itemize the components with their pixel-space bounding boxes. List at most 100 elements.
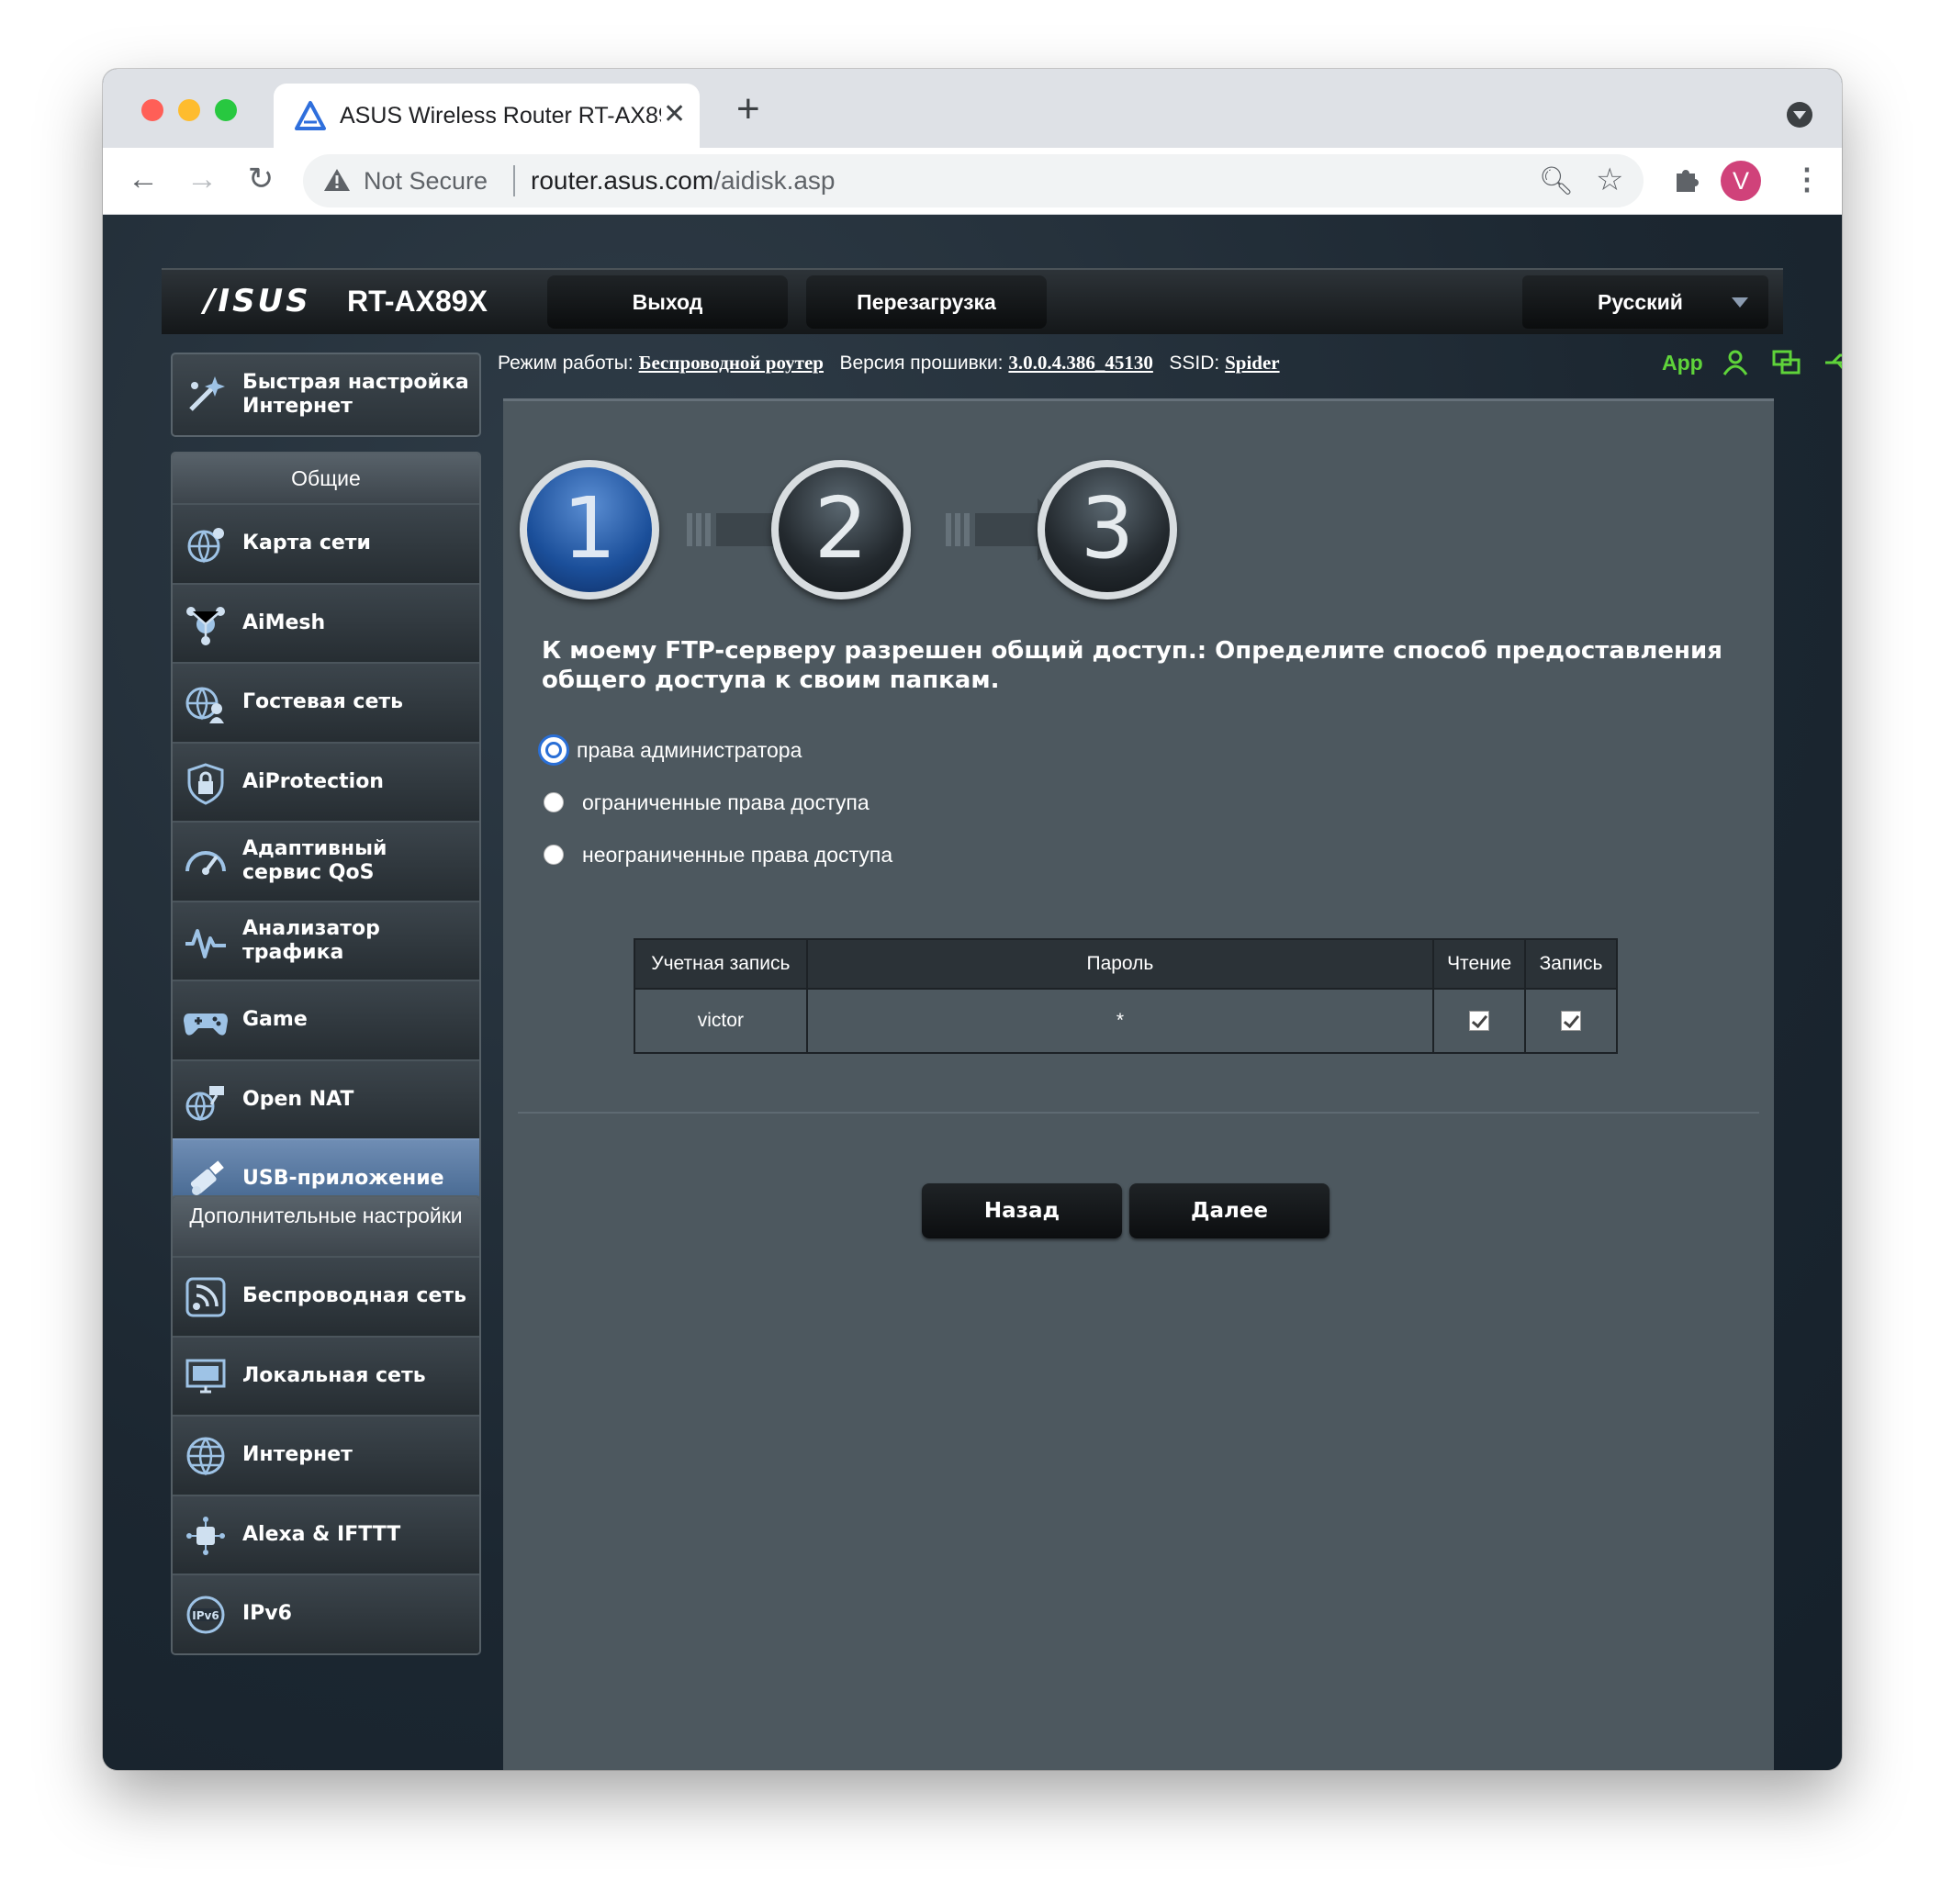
sidebar-item-label: Адаптивный сервис QoS [242,837,387,884]
url-path: /aidisk.asp [713,166,836,195]
address-bar[interactable]: Not Secure router.asus.com/aidisk.asp 🔍︎… [303,154,1644,207]
read-checkbox[interactable] [1469,1011,1490,1032]
sidebar-item-globe-network[interactable]: Карта сети [173,503,479,583]
sidebar-item-label: Беспроводная сеть [242,1284,467,1307]
close-window-button[interactable] [141,99,163,121]
sidebar-item-guest-network[interactable]: Гостевая сеть [173,662,479,742]
minimize-window-button[interactable] [178,99,200,121]
option-limited[interactable]: ограниченные права доступа [544,784,870,821]
url-text[interactable]: router.asus.com/aidisk.asp [531,165,836,196]
back-button[interactable]: Назад [922,1183,1122,1238]
browser-tab[interactable]: ASUS Wireless Router RT-AX89X ✕ [274,84,700,148]
browser-window: ASUS Wireless Router RT-AX89X ✕ + ← → ↻ … [103,69,1842,1770]
sidebar-item-alexa[interactable]: Alexa & IFTTT [173,1494,479,1574]
clients-icon[interactable] [1721,349,1750,376]
option-unlimited-label: неограниченные права доступа [582,842,893,867]
browser-menu-icon[interactable]: ⋮ [1792,159,1822,199]
address-separator [513,165,515,196]
wizard-title: К моему FTP-серверу разрешен общий досту… [542,637,1722,694]
advanced-menu: Дополнительные настройки Беспроводная се… [171,1195,481,1655]
router-header: /ISUS RT-AX89X Выход Перезагрузка Русски… [162,268,1783,334]
write-checkbox[interactable] [1561,1011,1582,1032]
sidebar-item-wifi[interactable]: Беспроводная сеть [173,1256,479,1336]
reboot-button[interactable]: Перезагрузка [806,275,1047,329]
radio-limited[interactable] [544,792,564,812]
account-cell: victor [634,988,808,1054]
mode-link[interactable]: Беспроводной роутер [639,352,824,374]
option-admin-label: права администратора [577,737,802,762]
bookmark-star-icon[interactable]: ☆ [1596,162,1623,198]
sidebar-item-globe[interactable]: Интернет [173,1415,479,1495]
advanced-menu-list: Беспроводная сеть Локальная сеть Интернет A… [173,1256,479,1653]
tab-close-icon[interactable]: ✕ [663,98,686,131]
sidebar-item-ipv6[interactable]: IPv6 IPv6 [173,1574,479,1653]
option-limited-label: ограниченные права доступа [582,790,870,814]
back-arrow-icon[interactable]: ← [123,159,163,199]
read-header: Чтение [1432,938,1527,990]
app-link[interactable]: App [1662,340,1703,386]
read-cell [1432,988,1527,1054]
zoom-icon[interactable]: 🔍︎ [1539,165,1574,197]
write-header: Запись [1524,938,1618,990]
sidebar-item-aimesh[interactable]: AiMesh [173,582,479,662]
radio-unlimited[interactable] [544,845,564,865]
sidebar-item-label: AiProtection [242,769,384,793]
globe-network-icon [187,528,224,564]
zoom-window-button[interactable] [215,99,237,121]
quick-setup-button[interactable]: Быстрая настройка Интернет [171,353,481,437]
network-status-icon[interactable] [1772,349,1801,376]
general-menu-title: Общие [173,454,479,503]
account-header: Учетная запись [634,938,808,990]
sidebar-item-label: Open NAT [242,1087,354,1111]
sidebar-item-open-nat[interactable]: Open NAT [173,1058,479,1138]
sidebar-item-label: IPv6 [242,1602,292,1625]
new-tab-button[interactable]: + [736,89,760,129]
password-cell: * [805,988,1435,1054]
tab-search-icon[interactable] [1787,102,1812,128]
window-controls [141,99,237,121]
globe-icon [186,1437,225,1476]
wifi-icon [185,1277,226,1317]
sidebar-item-label: Alexa & IFTTT [242,1522,401,1546]
shield-lock-icon [187,762,224,805]
sidebar-item-gamepad[interactable]: Game [173,980,479,1059]
gamepad-icon [184,1014,228,1036]
password-header: Пароль [805,938,1435,990]
alexa-icon [186,1516,225,1555]
logout-button[interactable]: Выход [547,275,788,329]
reload-icon[interactable]: ↻ [241,159,281,199]
sidebar-item-shield-lock[interactable]: AiProtection [173,741,479,821]
step-3-indicator: 3 [1038,460,1177,599]
router-page: /ISUS RT-AX89X Выход Перезагрузка Русски… [103,215,1842,1770]
mode-label: Режим работы: [498,353,634,374]
next-button[interactable]: Далее [1129,1183,1330,1238]
option-unlimited[interactable]: неограниченные права доступа [544,836,892,873]
sidebar-item-speedometer[interactable]: Адаптивный сервис QoS [173,821,479,901]
asus-logo: /ISUS [204,283,311,319]
router-model: RT-AX89X [347,285,488,318]
not-secure-label[interactable]: Not Secure [364,165,488,196]
ssid-link[interactable]: Spider [1225,352,1280,374]
radio-admin[interactable] [538,734,569,766]
profile-avatar[interactable]: V [1721,161,1761,201]
extensions-puzzle-icon[interactable] [1671,164,1700,194]
option-admin[interactable]: права администратора [538,732,802,768]
firmware-link[interactable]: 3.0.0.4.386_45130 [1008,352,1153,374]
language-select[interactable]: Русский [1522,275,1768,329]
usb-status-icon[interactable] [1823,351,1842,375]
sidebar-item-traffic-wave[interactable]: Анализатор трафика [173,900,479,980]
step-1-indicator: 1 [520,460,659,599]
tab-title: ASUS Wireless Router RT-AX89X [340,103,661,129]
speedometer-icon [185,851,226,875]
open-nat-icon [185,1085,224,1121]
tab-bar: ASUS Wireless Router RT-AX89X ✕ + [103,69,1842,148]
general-menu-list: Карта сети AiMesh Гостевая сеть AiProtectio… [173,503,479,1297]
forward-arrow-icon[interactable]: → [182,159,222,199]
status-bar: Режим работы: Беспроводной роутер Версия… [498,340,1842,386]
general-menu: Общие Карта сети AiMesh Гостевая сеть AiPro… [171,452,481,1299]
sidebar-item-label: Анализатор трафика [242,916,380,964]
step-2-indicator: 2 [771,460,911,599]
sidebar-item-lan-monitor[interactable]: Локальная сеть [173,1335,479,1415]
ssid-label: SSID: [1169,353,1220,374]
wizard-wand-icon [189,376,225,411]
